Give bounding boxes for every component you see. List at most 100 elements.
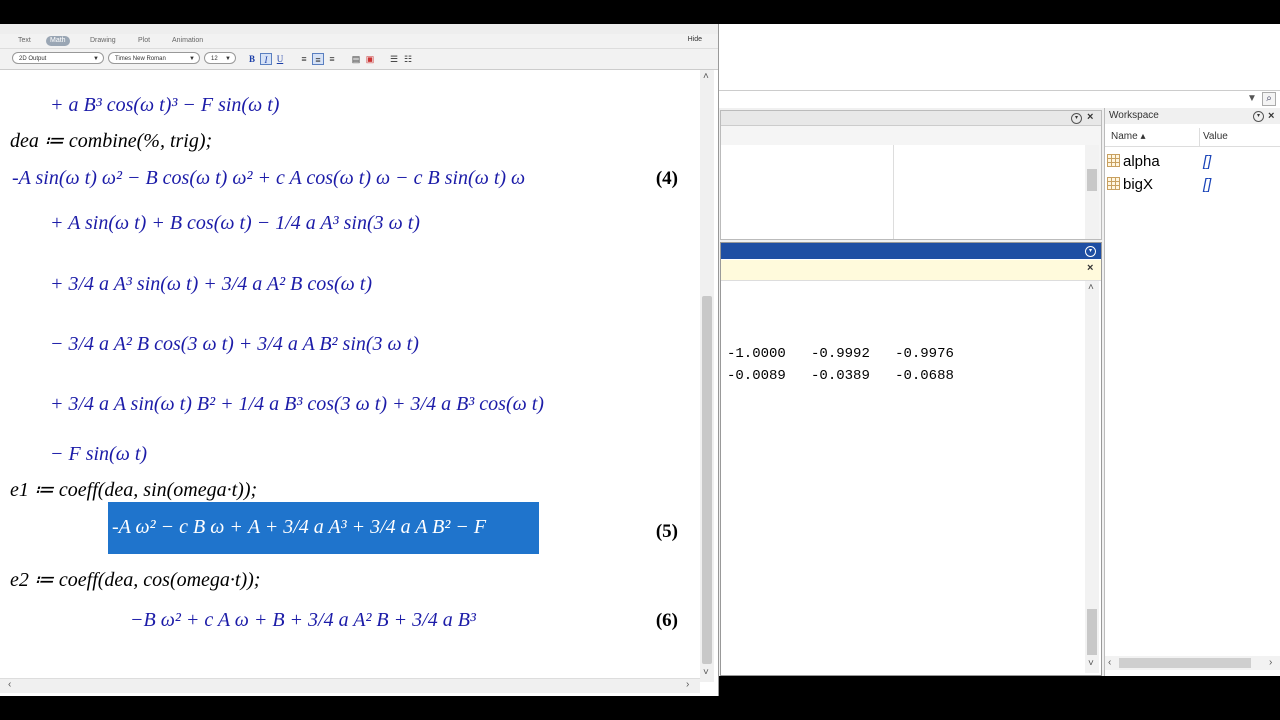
font-family-value: Times New Roman [115,56,166,62]
font-size-select[interactable]: 12 ▼ [204,52,236,64]
scroll-down-icon[interactable]: ˅ [1088,659,1094,669]
scroll-left-icon[interactable]: ‹ [1108,658,1111,668]
equation-label: (6) [655,610,678,631]
variable-name: alpha [1123,153,1160,170]
command-output-row: -1.0000 -0.9992 -0.9976 [727,346,954,362]
input-command[interactable]: e1 ≔ coeff(dea, sin(omega·t)); [10,477,257,502]
matrix-icon [1107,177,1120,190]
close-icon[interactable]: × [1087,262,1093,274]
close-icon[interactable]: × [1087,111,1093,123]
format-toolbar: 2D Output ▼ Times New Roman ▼ 12 ▼ B I U ≡ … [0,49,718,70]
selected-output[interactable]: -A ω² − c B ω + A + 3/4 a A³ + 3/4 a A B… [108,502,539,554]
variable-name: bigX [1123,176,1154,193]
tab-animation[interactable]: Animation [168,36,207,46]
delete-icon[interactable]: ▣ [364,53,376,65]
scrollbar-thumb[interactable] [702,296,712,664]
workspace-title: Workspace [1109,110,1159,121]
chevron-down-icon[interactable]: ▼ [1247,94,1257,104]
column-value-header[interactable]: Value [1203,128,1228,146]
scrollbar-thumb[interactable] [1087,169,1097,191]
context-tab-bar: Text Math Drawing Plot Animation Hide [0,34,718,49]
command-window-tip-bar: × [721,260,1101,281]
input-command[interactable]: dea ≔ combine(%, trig); [10,128,212,153]
input-command[interactable]: e2 ≔ coeff(dea, cos(omega·t)); [10,567,260,592]
scroll-left-icon[interactable]: ‹ [8,680,11,690]
column-name-header[interactable]: Name ▴ [1111,128,1145,146]
equation-label: (5) [655,521,678,542]
output-value: -1.0000 [727,346,786,362]
tab-drawing[interactable]: Drawing [86,36,120,46]
output-line: -A sin(ω t) ω² − B cos(ω t) ω² + c A cos… [12,167,526,189]
command-output-row: -0.0089 -0.0389 -0.0688 [727,368,954,384]
matlab-toolstrip [719,24,1280,90]
document-vertical-scrollbar[interactable]: ˄ ˅ [700,70,714,682]
tab-plot[interactable]: Plot [134,36,154,46]
panel-menu-icon[interactable]: ▾ [1071,113,1082,124]
scrollbar-thumb[interactable] [1087,609,1097,655]
workspace-panel: Workspace ▾ × Name ▴ Value alpha [] bigX… [1104,108,1280,676]
command-window-titlebar: ▾ [721,243,1101,259]
workspace-variable-row[interactable]: bigX [] [1107,174,1211,196]
panel-menu-icon[interactable]: ▾ [1085,246,1096,257]
output-value: -0.9976 [895,346,954,362]
panel-divider [893,145,894,239]
align-right-icon[interactable]: ≡ [326,53,338,65]
output-line: + 3/4 a A³ sin(ω t) + 3/4 a A² B cos(ω t… [50,273,373,295]
current-folder-bar[interactable]: ▼ ⌕ [719,90,1280,110]
numbered-list-icon[interactable]: ☷ [402,53,414,65]
scroll-right-icon[interactable]: › [686,680,689,690]
output-line: + a B³ cos(ω t)³ − F sin(ω t) [50,94,280,116]
output-value: -0.9992 [811,346,870,362]
chevron-down-icon: ▼ [225,56,231,62]
bold-button[interactable]: B [246,53,258,65]
output-mode-select[interactable]: 2D Output ▼ [12,52,104,64]
output-line: + 3/4 a A sin(ω t) B² + 1/4 a B³ cos(3 ω… [50,393,544,415]
command-window-scrollbar[interactable]: ˄ ˅ [1085,281,1099,673]
search-icon[interactable]: ⌕ [1262,92,1276,106]
chevron-down-icon: ▼ [93,56,99,62]
output-line: − 3/4 a A² B cos(3 ω t) + 3/4 a A B² sin… [50,333,419,355]
output-line: -A ω² − c B ω + A + 3/4 a A³ + 3/4 a A B… [112,516,487,538]
editor-panel-titlebar: ▾ × [721,111,1101,126]
output-value: -0.0688 [895,368,954,384]
column-divider [1199,128,1200,146]
hide-button[interactable]: Hide [688,36,702,43]
tab-text[interactable]: Text [14,36,35,46]
tab-math[interactable]: Math [46,36,70,46]
output-value: -0.0089 [727,368,786,384]
editor-scrollbar[interactable] [1085,145,1099,239]
panel-menu-icon[interactable]: ▾ [1253,111,1264,122]
variable-value: [] [1203,176,1212,193]
scroll-up-icon[interactable]: ˄ [1088,283,1094,293]
workspace-variable-row[interactable]: alpha [] [1107,151,1211,173]
output-line: + A sin(ω t) + B cos(ω t) − 1/4 a A³ sin… [50,212,420,234]
editor-panel-body[interactable] [721,145,1085,239]
workspace-horizontal-scrollbar[interactable]: ‹ › [1105,656,1280,670]
font-size-value: 12 [211,56,218,62]
output-line: −B ω² + c A ω + B + 3/4 a A² B + 3/4 a B… [130,609,476,631]
maple-top-toolbar [0,24,718,34]
scroll-down-icon[interactable]: ˅ [703,668,709,678]
scroll-up-icon[interactable]: ˄ [703,72,709,82]
table-icon[interactable]: ▤ [350,53,362,65]
scroll-right-icon[interactable]: › [1269,658,1272,668]
maple-window: Text Math Drawing Plot Animation Hide 2D… [0,24,719,696]
align-center-icon[interactable]: ≡ [312,53,324,65]
align-left-icon[interactable]: ≡ [298,53,310,65]
bullet-list-icon[interactable]: ☰ [388,53,400,65]
maple-document[interactable]: + a B³ cos(ω t)³ − F sin(ω t) dea ≔ comb… [0,70,700,682]
underline-button[interactable]: U [274,53,286,65]
output-mode-value: 2D Output [19,56,47,62]
equation-label: (4) [655,168,678,189]
command-window[interactable]: ▾ × -1.0000 -0.9992 -0.9976 -0.0089 -0.0… [720,242,1102,676]
output-line: − F sin(ω t) [50,443,148,465]
document-horizontal-scrollbar[interactable]: ‹ › [0,678,700,693]
italic-button[interactable]: I [260,53,272,65]
close-icon[interactable]: × [1268,108,1274,124]
chevron-down-icon: ▼ [189,56,195,62]
font-family-select[interactable]: Times New Roman ▼ [108,52,200,64]
scrollbar-thumb[interactable] [1119,658,1251,668]
workspace-header: Name ▴ Value [1105,128,1280,147]
output-value: -0.0389 [811,368,870,384]
workspace-titlebar: Workspace ▾ × [1105,108,1280,124]
